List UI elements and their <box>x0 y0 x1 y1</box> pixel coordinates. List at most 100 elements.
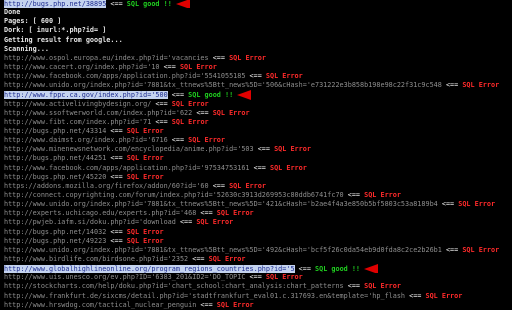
result-url[interactable]: http://www.facebook.com/apps/application… <box>4 164 250 172</box>
result-line: http://bugs.php.net/44251 <== SQL Error <box>4 154 512 163</box>
result-line: http://www.uis.unesco.org/ev.php?ID='638… <box>4 273 512 282</box>
result-arrow: <== <box>110 126 123 135</box>
result-arrow: <== <box>155 117 168 126</box>
result-url[interactable]: http://pwjeb.iafm.si/doku.php?id='downlo… <box>4 218 176 226</box>
sql-error-result: SQL Error <box>126 227 164 236</box>
tested-url[interactable]: http://bugs.php.net/38895 <box>4 0 107 8</box>
result-line: http://www.daimst.org/index.php?id='6716… <box>4 136 512 145</box>
result-url[interactable]: http://experts.uchicago.edu/experts.php?… <box>4 209 196 217</box>
status-pages: Pages: [ 600 ] <box>4 17 62 26</box>
sql-error-result: SQL Error <box>179 62 217 71</box>
sql-error-result: SQL Error <box>171 99 209 108</box>
result-arrow: <== <box>212 53 225 62</box>
result-url[interactable]: http://bugs.php.net/44251 <box>4 154 106 162</box>
result-url[interactable]: http://bugs.php.net/45220 <box>4 173 106 181</box>
result-line: http://www.fppc.ca.gov/index.php?id='500… <box>4 90 512 100</box>
result-arrow: <== <box>110 172 123 181</box>
sql-error-result: SQL Error <box>265 72 303 81</box>
sql-error-result: SQL Error <box>188 136 225 145</box>
result-arrow: <== <box>441 200 455 209</box>
result-line: http://www.unido.org/index.php?id='7881&… <box>4 200 512 209</box>
sql-error-result: SQL Error <box>126 236 164 245</box>
result-line: http://www.ospol.europa.eu/index.php?id=… <box>4 54 512 63</box>
result-line: http://www.facebook.com/apps/application… <box>4 72 512 81</box>
result-arrow: <== <box>196 108 209 117</box>
result-url[interactable]: http://www.ospol.europa.eu/index.php?id=… <box>4 54 209 62</box>
result-arrow: <== <box>110 227 123 236</box>
sql-error-result: SQL Error <box>229 53 266 62</box>
result-url[interactable]: http://www.birdlife.com/birdsone.php?id=… <box>4 255 188 263</box>
result-line: http://www.frankfurt.de/sixcms/detail.ph… <box>4 292 512 301</box>
result-arrow: <== <box>192 254 205 263</box>
result-arrow: <== <box>257 145 270 154</box>
result-line: http://www.fibt.com/index.php?id='71 <==… <box>4 118 512 127</box>
sql-good-result: SQL good !! <box>188 91 234 100</box>
sql-error-result: SQL Error <box>229 181 266 190</box>
result-arrow: <== <box>445 81 459 90</box>
result-url[interactable]: http://www.globalhighlineonline.org/prog… <box>4 265 295 274</box>
sql-good-result: SQL good !! <box>126 0 172 8</box>
result-line: http://www.hrswdog.com/tactical_nuclear_… <box>4 301 512 310</box>
result-url[interactable]: http://www.unido.org/index.php?id='7881&… <box>4 200 438 208</box>
sql-error-result: SQL Error <box>265 273 303 282</box>
result-arrow: <== <box>179 218 193 227</box>
result-arrow: <== <box>171 91 185 100</box>
result-url[interactable]: http://www.frankfurt.de/sixcms/detail.ph… <box>4 292 405 300</box>
result-arrow: <== <box>212 181 225 190</box>
result-url[interactable]: http://stockcharts.com/help/doku.php?id=… <box>4 282 344 290</box>
result-url[interactable]: http://www.activelivingbydesign.org/ <box>4 100 151 108</box>
result-arrow: <== <box>249 273 262 282</box>
red-pointer-icon <box>237 90 252 100</box>
result-arrow: <== <box>253 163 266 172</box>
result-line: https://addons.mozilla.org/firefox/addon… <box>4 182 512 191</box>
status-scanning: Scanning... <box>4 44 50 53</box>
result-url[interactable]: http://bugs.php.net/49223 <box>4 237 106 245</box>
result-line: http://www.minenewsnetwork.com/encyclope… <box>4 145 512 154</box>
result-arrow: <== <box>110 236 123 245</box>
result-url[interactable]: http://www.fppc.ca.gov/index.php?id='500 <box>4 91 168 100</box>
result-arrow: <== <box>200 209 213 218</box>
result-url[interactable]: http://www.unido.org/index.php?id='7881&… <box>4 81 442 89</box>
result-arrow: <== <box>110 0 123 8</box>
result-arrow: <== <box>155 99 168 108</box>
result-url[interactable]: http://connect.copyrighting.com/forum/in… <box>4 191 344 199</box>
sql-error-result: SQL Error <box>274 145 311 154</box>
result-line: http://stockcharts.com/help/doku.php?id=… <box>4 282 512 291</box>
result-url[interactable]: http://www.facebook.com/apps/application… <box>4 72 245 80</box>
result-arrow: <== <box>298 265 311 274</box>
result-url[interactable]: http://www.cacert.org/index.php?id='10 <box>4 63 160 71</box>
result-arrow: <== <box>163 62 176 71</box>
status-dork: Dork: [ inurl:*.php?id= ] <box>4 26 107 35</box>
result-line: http://www.unido.org/index.php?id='7881&… <box>4 246 512 255</box>
result-line: http://bugs.php.net/45220 <== SQL Error <box>4 173 512 182</box>
result-url[interactable]: http://www.ssoftwerworld.com/index.php?i… <box>4 109 192 117</box>
sql-error-result: SQL Error <box>462 81 500 90</box>
result-url[interactable]: http://www.daimst.org/index.php?id='6716 <box>4 136 168 144</box>
result-url[interactable]: http://www.fibt.com/index.php?id='71 <box>4 118 151 126</box>
sql-error-result: SQL Error <box>364 282 401 291</box>
result-line: http://www.globalhighlineonline.org/prog… <box>4 264 512 274</box>
sql-error-result: SQL Error <box>126 126 164 135</box>
result-url[interactable]: http://www.uis.unesco.org/ev.php?ID='638… <box>4 273 245 281</box>
result-line: http://www.ssoftwerworld.com/index.php?i… <box>4 109 512 118</box>
red-pointer-icon <box>364 264 379 274</box>
result-arrow: <== <box>347 190 361 199</box>
result-url[interactable]: http://www.minenewsnetwork.com/encyclope… <box>4 145 254 153</box>
result-url[interactable]: https://addons.mozilla.org/firefox/addon… <box>4 182 209 190</box>
result-arrow: <== <box>445 245 459 254</box>
result-url[interactable]: http://bugs.php.net/43314 <box>4 127 106 135</box>
status-done: Done <box>4 8 21 17</box>
sql-error-result: SQL Error <box>462 245 500 254</box>
result-url[interactable]: http://www.unido.org/index.php?id='7881&… <box>4 246 442 254</box>
sql-error-result: SQL Error <box>126 172 164 181</box>
result-line: http://www.unido.org/index.php?id='7881&… <box>4 81 512 90</box>
result-arrow: <== <box>409 291 422 300</box>
red-pointer-icon <box>175 0 190 9</box>
result-url[interactable]: http://bugs.php.net/14032 <box>4 228 106 236</box>
sql-error-result: SQL Error <box>270 163 307 172</box>
result-arrow: <== <box>110 154 123 163</box>
result-line: http://www.activelivingbydesign.org/ <==… <box>4 100 512 109</box>
result-arrow: <== <box>171 136 185 145</box>
result-line: http://www.birdlife.com/birdsone.php?id=… <box>4 255 512 264</box>
result-line: http://bugs.php.net/49223 <== SQL Error <box>4 237 512 246</box>
